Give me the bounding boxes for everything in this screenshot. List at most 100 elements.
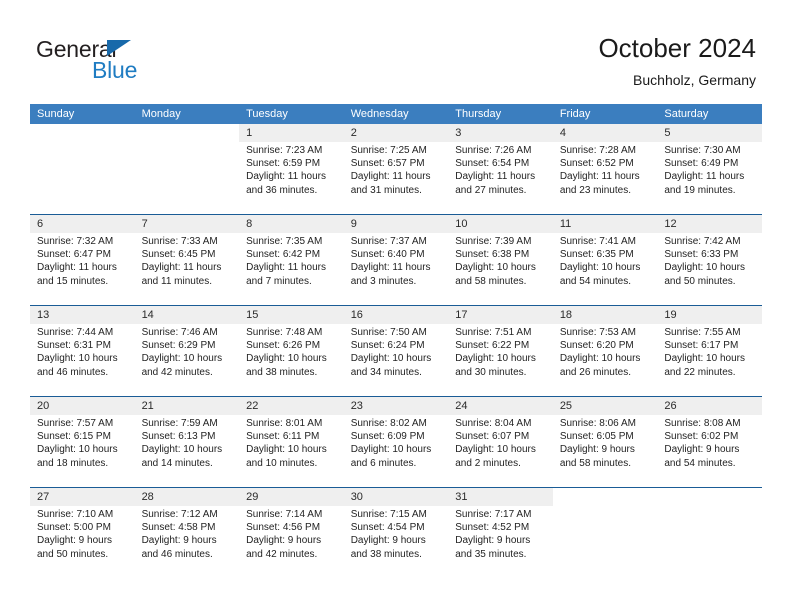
day-cell[interactable]: Sunrise: 7:28 AM Sunset: 6:52 PM Daylight:… [552,142,658,214]
sunset-text: Sunset: 6:35 PM [559,249,634,261]
day-number[interactable]: 31 [448,488,553,506]
daylight-text-line2: and 46 minutes. [141,548,213,560]
day-number[interactable]: 12 [657,215,762,233]
sunrise-text: Sunrise: 7:28 AM [559,145,636,156]
day-cell[interactable]: Sunrise: 7:10 AM Sunset: 5:00 PM Daylight:… [30,506,135,578]
day-number[interactable]: 13 [30,306,135,324]
day-cell[interactable]: Sunrise: 8:06 AM Sunset: 6:05 PM Daylight:… [552,415,658,487]
calendar-weeks: 1 2 3 4 5 Sunrise: 7:23 AM Sunset: 6:59 PM Dayl… [30,124,762,578]
weekday-header-thursday: Thursday [455,108,502,120]
day-number[interactable]: 23 [343,397,449,415]
sunrise-text: Sunrise: 8:04 AM [455,418,532,429]
sunrise-text: Sunrise: 7:14 AM [246,509,323,520]
daylight-text-line1: Daylight: 10 hours [141,353,223,365]
day-number[interactable]: 9 [343,215,449,233]
day-number[interactable]: 14 [134,306,240,324]
daylight-text-line2: and 11 minutes. [141,275,212,287]
sunset-text: Sunset: 6:47 PM [37,249,111,261]
week-detail-band: Sunrise: 7:10 AM Sunset: 5:00 PM Daylight:… [30,506,762,578]
sunrise-text: Sunrise: 7:12 AM [141,509,218,520]
day-number[interactable]: 3 [448,124,553,142]
day-cell[interactable]: Sunrise: 7:12 AM Sunset: 4:58 PM Daylight:… [134,506,240,578]
day-cell[interactable]: Sunrise: 7:57 AM Sunset: 6:15 PM Daylight:… [30,415,135,487]
day-cell[interactable]: Sunrise: 7:44 AM Sunset: 6:31 PM Daylight:… [30,324,135,396]
sunrise-text: Sunrise: 7:48 AM [246,327,323,338]
day-number[interactable]: 5 [657,124,762,142]
day-number[interactable]: 29 [239,488,344,506]
daylight-text-line1: Daylight: 10 hours [664,353,745,365]
day-cell[interactable]: Sunrise: 8:02 AM Sunset: 6:09 PM Daylight:… [343,415,449,487]
day-number[interactable]: 20 [30,397,135,415]
day-cell[interactable]: Sunrise: 7:50 AM Sunset: 6:24 PM Daylight:… [343,324,449,396]
day-number[interactable]: 30 [343,488,449,506]
general-blue-logo[interactable]: General Blue [36,36,236,88]
day-number[interactable]: 22 [239,397,344,415]
daylight-text-line1: Daylight: 9 hours [455,535,531,547]
day-number[interactable]: 24 [448,397,553,415]
daylight-text-line2: and 26 minutes. [559,366,631,378]
daylight-text-line2: and 22 minutes. [664,366,736,378]
sunset-text: Sunset: 6:24 PM [350,340,425,352]
day-number[interactable]: 26 [657,397,762,415]
daylight-text-line1: Daylight: 9 hours [664,444,740,456]
day-cell[interactable]: Sunrise: 7:42 AM Sunset: 6:33 PM Daylight:… [657,233,762,305]
day-number[interactable]: 18 [552,306,658,324]
daylight-text-line2: and 58 minutes. [559,457,631,469]
day-cell[interactable]: Sunrise: 7:15 AM Sunset: 4:54 PM Daylight:… [343,506,449,578]
day-number[interactable]: 6 [30,215,135,233]
day-number[interactable]: 1 [239,124,344,142]
sunset-text: Sunset: 6:45 PM [141,249,216,261]
day-number[interactable]: 2 [343,124,449,142]
day-cell[interactable]: Sunrise: 7:30 AM Sunset: 6:49 PM Daylight:… [657,142,762,214]
calendar-week-row: 20 21 22 23 24 25 26 Sunrise: 7:57 AM Sunset: 6:… [30,396,762,487]
day-cell[interactable]: Sunrise: 7:53 AM Sunset: 6:20 PM Daylight:… [552,324,658,396]
day-number[interactable]: 11 [552,215,658,233]
day-cell[interactable]: Sunrise: 7:51 AM Sunset: 6:22 PM Daylight:… [448,324,553,396]
day-cell[interactable]: Sunrise: 7:59 AM Sunset: 6:13 PM Daylight:… [134,415,240,487]
day-cell[interactable]: Sunrise: 7:35 AM Sunset: 6:42 PM Daylight:… [239,233,344,305]
day-cell[interactable]: Sunrise: 7:32 AM Sunset: 6:47 PM Daylight:… [30,233,135,305]
daylight-text-line2: and 42 minutes. [246,548,318,560]
daylight-text-line2: and 23 minutes. [559,184,631,196]
day-cell[interactable]: Sunrise: 7:46 AM Sunset: 6:29 PM Daylight:… [134,324,240,396]
day-cell[interactable]: Sunrise: 8:08 AM Sunset: 6:02 PM Daylight:… [657,415,762,487]
day-cell[interactable]: Sunrise: 8:01 AM Sunset: 6:11 PM Daylight:… [239,415,344,487]
sunset-text: Sunset: 6:42 PM [246,249,321,261]
day-cell[interactable]: Sunrise: 7:33 AM Sunset: 6:45 PM Daylight:… [134,233,240,305]
day-cell[interactable]: Sunrise: 7:14 AM Sunset: 4:56 PM Daylight:… [239,506,344,578]
day-number[interactable]: 27 [30,488,135,506]
day-cell[interactable]: Sunrise: 7:26 AM Sunset: 6:54 PM Daylight:… [448,142,553,214]
day-number[interactable]: 19 [657,306,762,324]
day-number[interactable]: 7 [134,215,240,233]
calendar-week-row: 13 14 15 16 17 18 19 Sunrise: 7:44 AM Sunset: 6:… [30,305,762,396]
week-date-band: 6 7 8 9 10 11 12 [30,215,762,233]
day-number[interactable]: 17 [448,306,553,324]
sunrise-text: Sunrise: 7:23 AM [246,145,323,156]
daylight-text-line2: and 46 minutes. [37,366,109,378]
day-cell[interactable]: Sunrise: 8:04 AM Sunset: 6:07 PM Daylight:… [448,415,553,487]
day-cell[interactable]: Sunrise: 7:17 AM Sunset: 4:52 PM Daylight:… [448,506,553,578]
day-cell[interactable]: Sunrise: 7:48 AM Sunset: 6:26 PM Daylight:… [239,324,344,396]
daylight-text-line2: and 58 minutes. [455,275,527,287]
daylight-text-line1: Daylight: 10 hours [37,444,118,456]
sunrise-text: Sunrise: 7:44 AM [37,327,114,338]
daylight-text-line2: and 31 minutes. [350,184,422,196]
day-cell[interactable]: Sunrise: 7:23 AM Sunset: 6:59 PM Daylight:… [239,142,344,214]
daylight-text-line1: Daylight: 11 hours [350,262,431,274]
day-cell[interactable]: Sunrise: 7:37 AM Sunset: 6:40 PM Daylight:… [343,233,449,305]
day-number[interactable]: 25 [552,397,658,415]
day-number[interactable]: 8 [239,215,344,233]
day-cell[interactable]: Sunrise: 7:39 AM Sunset: 6:38 PM Daylight:… [448,233,553,305]
day-number[interactable]: 4 [552,124,658,142]
week-date-band: 27 28 29 30 31 [30,488,762,506]
day-cell[interactable]: Sunrise: 7:55 AM Sunset: 6:17 PM Daylight:… [657,324,762,396]
day-cell-empty [657,506,762,578]
day-number[interactable]: 28 [134,488,240,506]
day-cell[interactable]: Sunrise: 7:25 AM Sunset: 6:57 PM Daylight:… [343,142,449,214]
day-cell[interactable]: Sunrise: 7:41 AM Sunset: 6:35 PM Daylight:… [552,233,658,305]
day-number[interactable]: 15 [239,306,344,324]
sunset-text: Sunset: 6:57 PM [350,158,425,170]
day-number[interactable]: 16 [343,306,449,324]
day-number[interactable]: 10 [448,215,553,233]
day-number[interactable]: 21 [134,397,240,415]
